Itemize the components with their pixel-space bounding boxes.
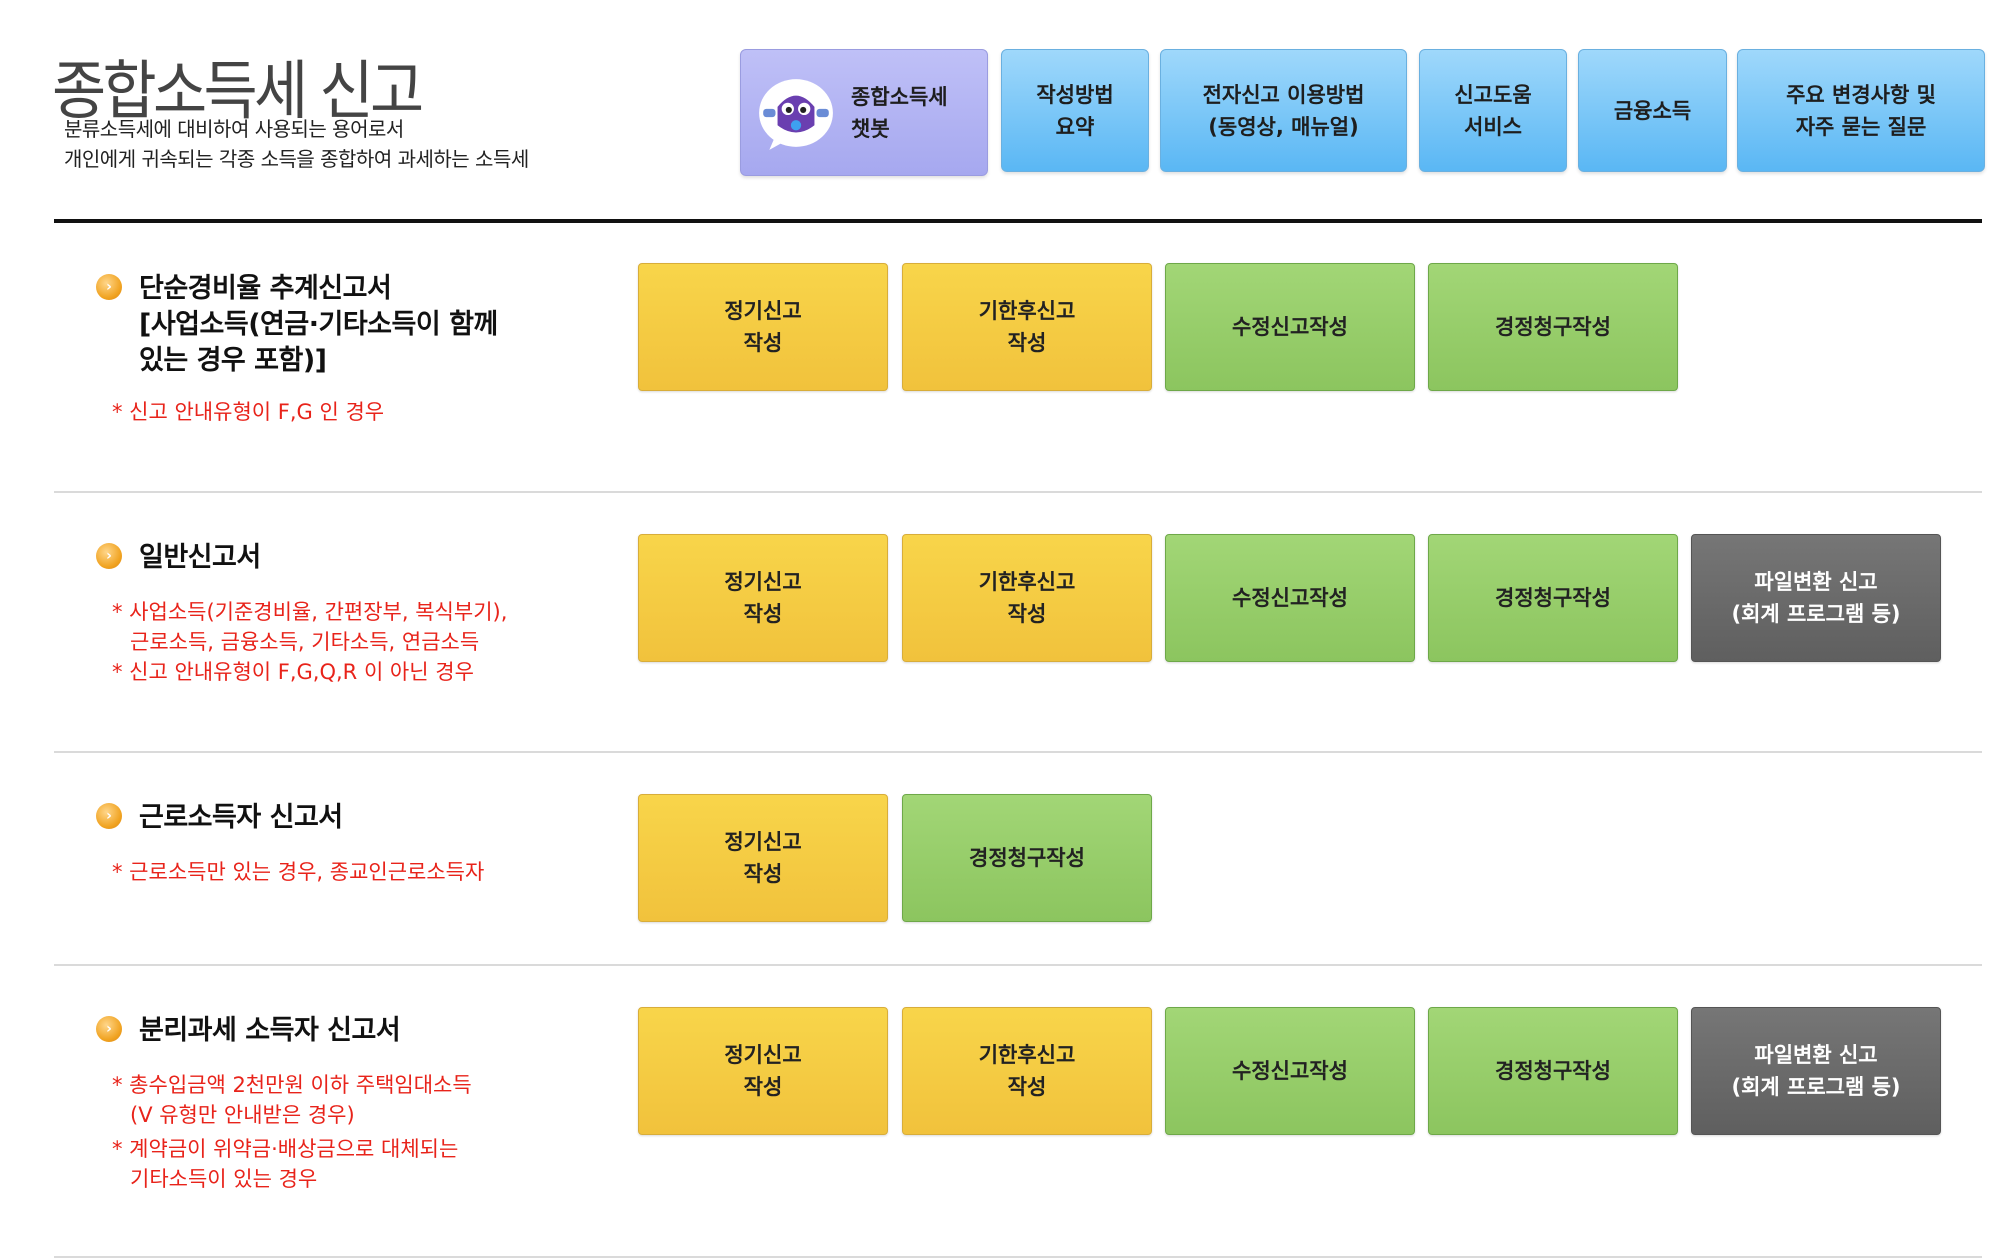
correction-claim-button[interactable]: 경정청구작성 (1428, 534, 1678, 662)
subtitle-line: 분류소득세에 대비하여 사용되는 용어로서 (64, 117, 404, 141)
changes-faq-label: 주요 변경사항 및 자주 묻는 질문 (1786, 82, 1936, 139)
e-filing-guide-label: 전자신고 이용방법 (동영상, 매뉴얼) (1202, 82, 1365, 139)
section-title-text: 근로소득자 신고서 (139, 802, 343, 833)
chatbot-label: 종합소득세 챗봇 (851, 84, 948, 141)
section-title: › 일반신고서 (96, 540, 261, 576)
correction-claim-button[interactable]: 경정청구작성 (902, 794, 1152, 922)
late-filing-button[interactable]: 기한후신고 작성 (902, 1007, 1152, 1135)
chatbot-mascot-icon (759, 78, 833, 150)
late-filing-button[interactable]: 기한후신고 작성 (902, 534, 1152, 662)
chevron-right-circle-icon: › (96, 803, 122, 829)
chevron-right-circle-icon: › (96, 1016, 122, 1042)
subtitle-line: 개인에게 귀속되는 각종 소득을 종합하여 과세하는 소득세 (64, 147, 529, 171)
regular-filing-button[interactable]: 정기신고 작성 (638, 1007, 888, 1135)
section-notes: * 신고 안내유형이 F,G 인 경우 (112, 397, 384, 427)
section-divider (54, 964, 1982, 966)
e-filing-guide-button[interactable]: 전자신고 이용방법 (동영상, 매뉴얼) (1160, 49, 1407, 172)
section-title-text: 단순경비율 추계신고서 [사업소득(연금·기타소득이 함께 있는 경우 포함)] (139, 273, 498, 376)
correction-claim-button[interactable]: 경정청구작성 (1428, 263, 1678, 391)
section-divider (54, 491, 1982, 493)
amended-filing-button[interactable]: 수정신고작성 (1165, 534, 1415, 662)
financial-income-button[interactable]: 금융소득 (1578, 49, 1727, 172)
header-divider (54, 219, 1982, 223)
section-notes: * 근로소득만 있는 경우, 종교인근로소득자 (112, 857, 484, 887)
file-conversion-filing-button[interactable]: 파일변환 신고 (회계 프로그램 등) (1691, 1007, 1941, 1135)
changes-faq-button[interactable]: 주요 변경사항 및 자주 묻는 질문 (1737, 49, 1985, 172)
writing-summary-label: 작성방법 요약 (1036, 82, 1114, 139)
chevron-right-circle-icon: › (96, 274, 122, 300)
note-text: * 신고 안내유형이 F,G 인 경우 (112, 400, 385, 424)
chatbot-button[interactable]: 종합소득세 챗봇 (740, 49, 988, 176)
section-title-text: 일반신고서 (139, 542, 261, 573)
note-text: * 신고 안내유형이 F,G,Q,R 이 아닌 경우 (112, 660, 474, 684)
regular-filing-button[interactable]: 정기신고 작성 (638, 263, 888, 391)
note-text: * 사업소득(기준경비율, 간편장부, 복식부기), 근로소득, 금융소득, 기… (112, 600, 508, 654)
regular-filing-button[interactable]: 정기신고 작성 (638, 794, 888, 922)
section-title-text: 분리과세 소득자 신고서 (139, 1015, 401, 1046)
section-notes: * 사업소득(기준경비율, 간편장부, 복식부기), 근로소득, 금융소득, 기… (112, 597, 507, 687)
note-text: * 계약금이 위약금·배상금으로 대체되는 기타소득이 있는 경우 (112, 1137, 459, 1191)
section-title: › 근로소득자 신고서 (96, 800, 343, 836)
filing-help-service-label: 신고도움 서비스 (1454, 82, 1532, 139)
note-text: * 총수입금액 2천만원 이하 주택임대소득 (V 유형만 안내받은 경우) (112, 1073, 472, 1127)
section-divider (54, 751, 1982, 753)
amended-filing-button[interactable]: 수정신고작성 (1165, 263, 1415, 391)
regular-filing-button[interactable]: 정기신고 작성 (638, 534, 888, 662)
late-filing-button[interactable]: 기한후신고 작성 (902, 263, 1152, 391)
note-text: * 근로소득만 있는 경우, 종교인근로소득자 (112, 860, 485, 884)
chevron-right-circle-icon: › (96, 543, 122, 569)
financial-income-label: 금융소득 (1613, 98, 1692, 123)
amended-filing-button[interactable]: 수정신고작성 (1165, 1007, 1415, 1135)
file-conversion-filing-button[interactable]: 파일변환 신고 (회계 프로그램 등) (1691, 534, 1941, 662)
section-title: › 단순경비율 추계신고서 [사업소득(연금·기타소득이 함께 있는 경우 포함… (96, 271, 498, 379)
section-title: › 분리과세 소득자 신고서 (96, 1013, 401, 1049)
section-notes: * 총수입금액 2천만원 이하 주택임대소득 (V 유형만 안내받은 경우) *… (112, 1070, 472, 1194)
filing-help-service-button[interactable]: 신고도움 서비스 (1419, 49, 1567, 172)
writing-summary-button[interactable]: 작성방법 요약 (1001, 49, 1149, 172)
page-subtitle: 분류소득세에 대비하여 사용되는 용어로서 개인에게 귀속되는 각종 소득을 종… (64, 114, 529, 174)
correction-claim-button[interactable]: 경정청구작성 (1428, 1007, 1678, 1135)
